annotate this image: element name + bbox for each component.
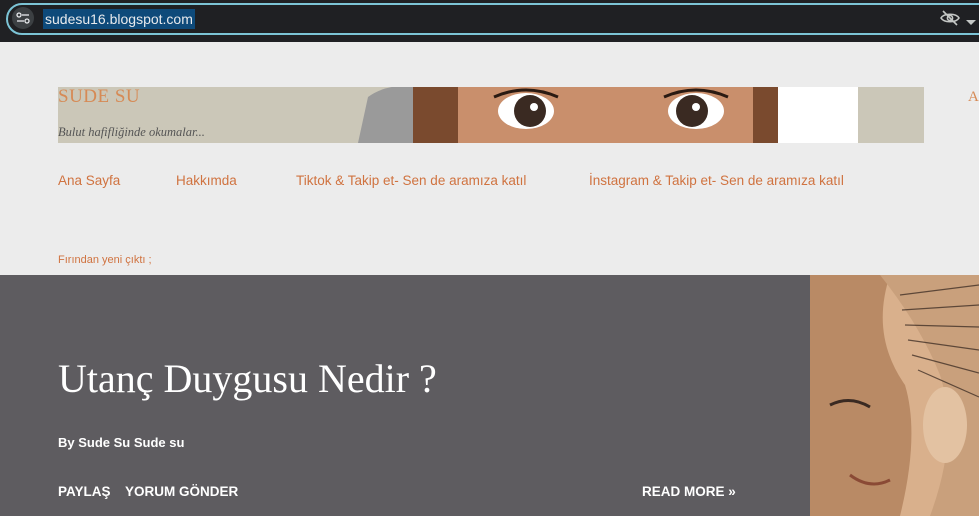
featured-illustration [810,275,979,516]
nav-item-home[interactable]: Ana Sayfa [58,173,120,188]
site-settings-icon[interactable] [12,7,34,29]
blog-description: Bulut hafifliğinde okumalar... [58,125,205,139]
read-more-link[interactable]: READ MORE » [642,484,736,499]
eye-off-icon[interactable] [940,10,960,31]
featured-post: Utanç Duygusu Nedir ? By Sude Su Sude su… [0,275,810,516]
browser-toolbar: sudesu16.blogspot.com [0,0,979,42]
featured-post-image[interactable] [810,275,979,516]
blog-title[interactable]: SUDE SU [58,86,140,108]
header-right-link[interactable]: A [968,89,979,106]
share-button[interactable]: PAYLAŞ [58,484,111,499]
section-label: Fırından yeni çıktı ; [58,254,152,266]
nav-item-instagram[interactable]: İnstagram & Takip et- Sen de aramıza kat… [589,173,844,188]
post-byline: By Sude Su Sude su [58,435,185,450]
post-title[interactable]: Utanç Duygusu Nedir ? [58,355,437,402]
nav-item-tiktok[interactable]: Tiktok & Takip et- Sen de aramıza katıl [296,173,526,188]
comment-button[interactable]: YORUM GÖNDER [125,484,238,499]
banner-image [358,87,924,143]
nav-item-about[interactable]: Hakkımda [176,173,237,188]
url-text[interactable]: sudesu16.blogspot.com [43,9,195,29]
chevron-down-icon[interactable] [965,14,977,32]
